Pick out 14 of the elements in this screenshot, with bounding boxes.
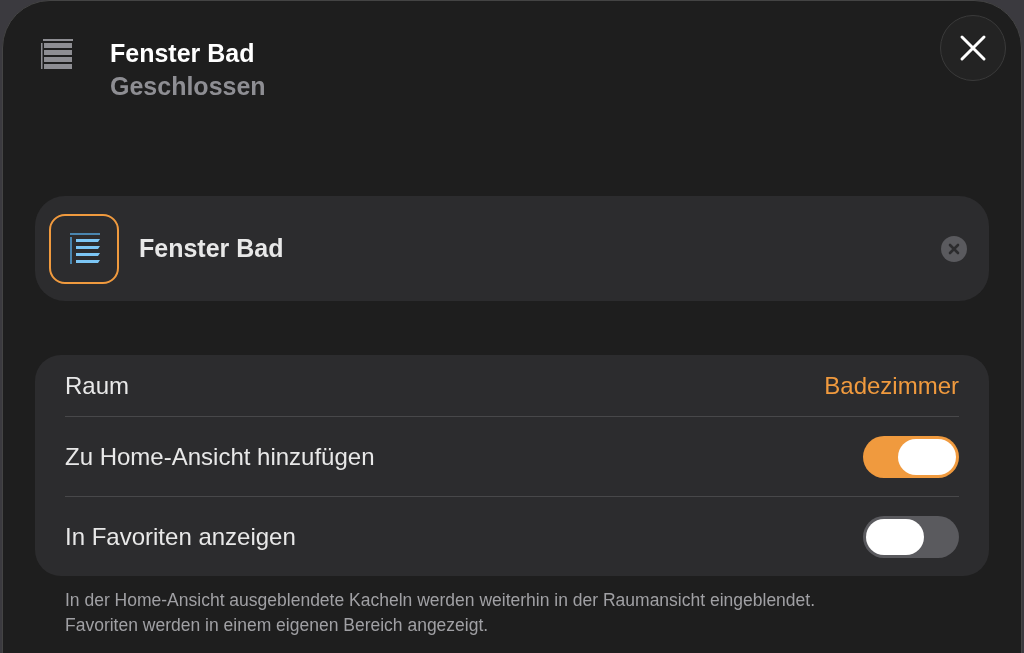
toggle-switch[interactable] <box>863 435 959 478</box>
setting-label: Zu Home-Ansicht hinzufügen <box>65 442 375 471</box>
icon-tile[interactable] <box>49 213 119 284</box>
name-field[interactable]: Fenster Bad <box>35 196 989 301</box>
toggle-switch[interactable] <box>863 515 959 558</box>
blinds-icon <box>40 37 74 71</box>
accessory-title: Fenster Bad <box>110 39 256 68</box>
setting-label: Raum <box>65 371 130 400</box>
close-icon <box>959 34 987 62</box>
setting-label: In Favoriten anzeigen <box>65 522 296 551</box>
accessory-status: Geschlossen <box>110 72 266 101</box>
name-value: Fenster Bad <box>139 234 284 263</box>
footnote-text: In der Home-Ansicht ausgeblendete Kacheln werden weiterhin in der Raumansicht eingeblendet. Favoriten werden in einem eigenen Bereich angezeigt. <box>65 589 817 637</box>
room-value[interactable]: Badezimmer <box>824 371 959 400</box>
